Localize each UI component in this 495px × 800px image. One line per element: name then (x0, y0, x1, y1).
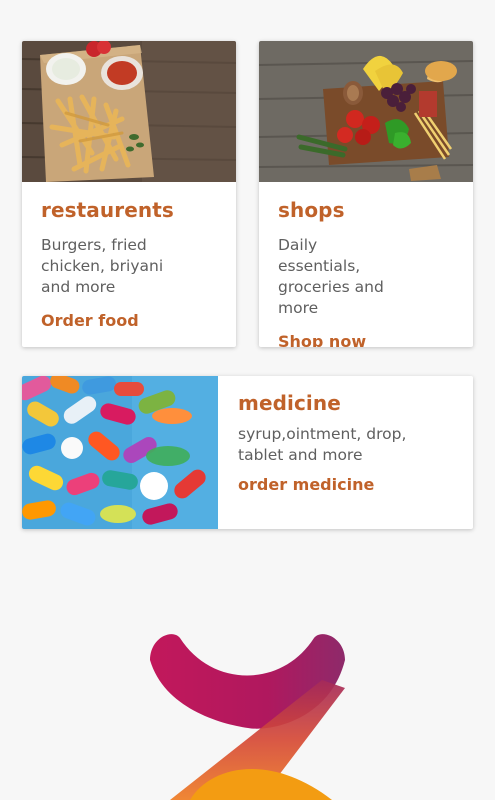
shops-title: shops (278, 198, 345, 222)
order-food-link[interactable]: Order food (41, 310, 226, 332)
shops-image (259, 41, 473, 182)
brand-logo (150, 628, 345, 800)
medicine-title: medicine (238, 391, 341, 415)
medicine-description: syrup,ointment, drop, tablet and more (238, 425, 407, 464)
medicine-image (22, 376, 218, 529)
restaurants-description: Burgers, fried chicken, briyani and more (41, 236, 164, 296)
medicine-card[interactable]: medicine syrup,ointment, drop, tablet an… (22, 376, 473, 529)
shops-card-body: shops Daily essentials, groceries and mo… (278, 197, 463, 347)
restaurants-card[interactable]: restaurents Burgers, fried chicken, briy… (22, 41, 236, 347)
restaurants-card-body: restaurents Burgers, fried chicken, briy… (41, 197, 226, 332)
shop-now-link[interactable]: Shop now (278, 331, 463, 347)
shops-description: Daily essentials, groceries and more (278, 236, 384, 317)
order-medicine-link[interactable]: order medicine (238, 474, 463, 496)
shops-card[interactable]: shops Daily essentials, groceries and mo… (259, 41, 473, 347)
restaurants-image (22, 41, 236, 182)
medicine-card-body: medicine syrup,ointment, drop, tablet an… (238, 390, 463, 496)
restaurants-title: restaurents (41, 198, 174, 222)
